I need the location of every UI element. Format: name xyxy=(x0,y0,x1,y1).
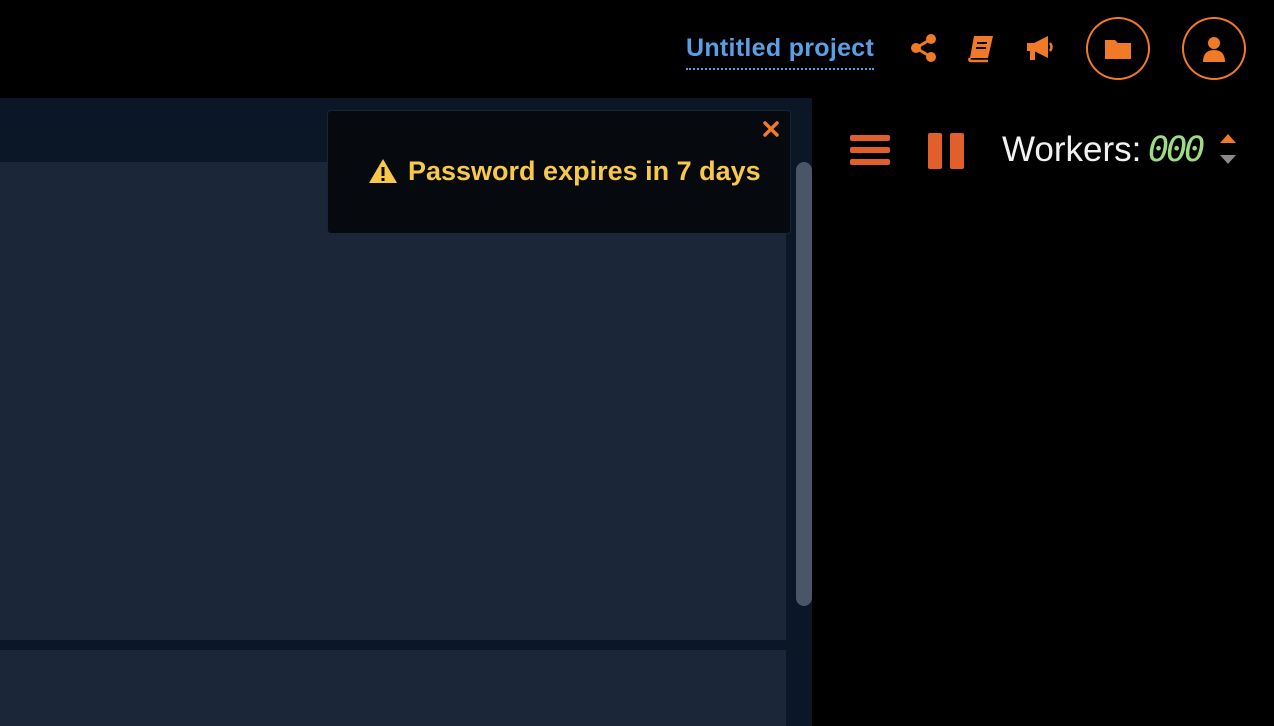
menu-icon[interactable] xyxy=(850,133,890,167)
megaphone-icon[interactable] xyxy=(1024,32,1054,64)
scrollbar-thumb[interactable] xyxy=(796,162,812,606)
book-icon[interactable] xyxy=(966,32,996,64)
notification-text: Password expires in 7 days xyxy=(408,155,761,186)
right-panel xyxy=(812,98,1274,726)
notification-toast: Password expires in 7 days xyxy=(327,110,791,234)
workers-label: Workers: xyxy=(1002,130,1142,169)
workers-count: 000 xyxy=(1148,130,1205,170)
user-icon xyxy=(1203,36,1225,62)
project-title[interactable]: Untitled project xyxy=(686,30,875,70)
warning-icon xyxy=(369,159,397,183)
increase-workers-icon[interactable] xyxy=(1218,132,1238,145)
user-button[interactable] xyxy=(1182,17,1246,80)
share-icon[interactable] xyxy=(909,32,939,64)
scrollbar[interactable] xyxy=(796,162,812,726)
folder-icon xyxy=(1105,39,1131,59)
top-bar: Untitled project xyxy=(0,0,1274,98)
folder-button[interactable] xyxy=(1086,17,1150,80)
decrease-workers-icon[interactable] xyxy=(1218,153,1238,166)
pause-icon[interactable] xyxy=(927,133,965,169)
close-icon[interactable] xyxy=(761,119,781,139)
notification-message: Password expires in 7 days xyxy=(368,153,761,189)
secondary-content-area xyxy=(0,640,786,726)
